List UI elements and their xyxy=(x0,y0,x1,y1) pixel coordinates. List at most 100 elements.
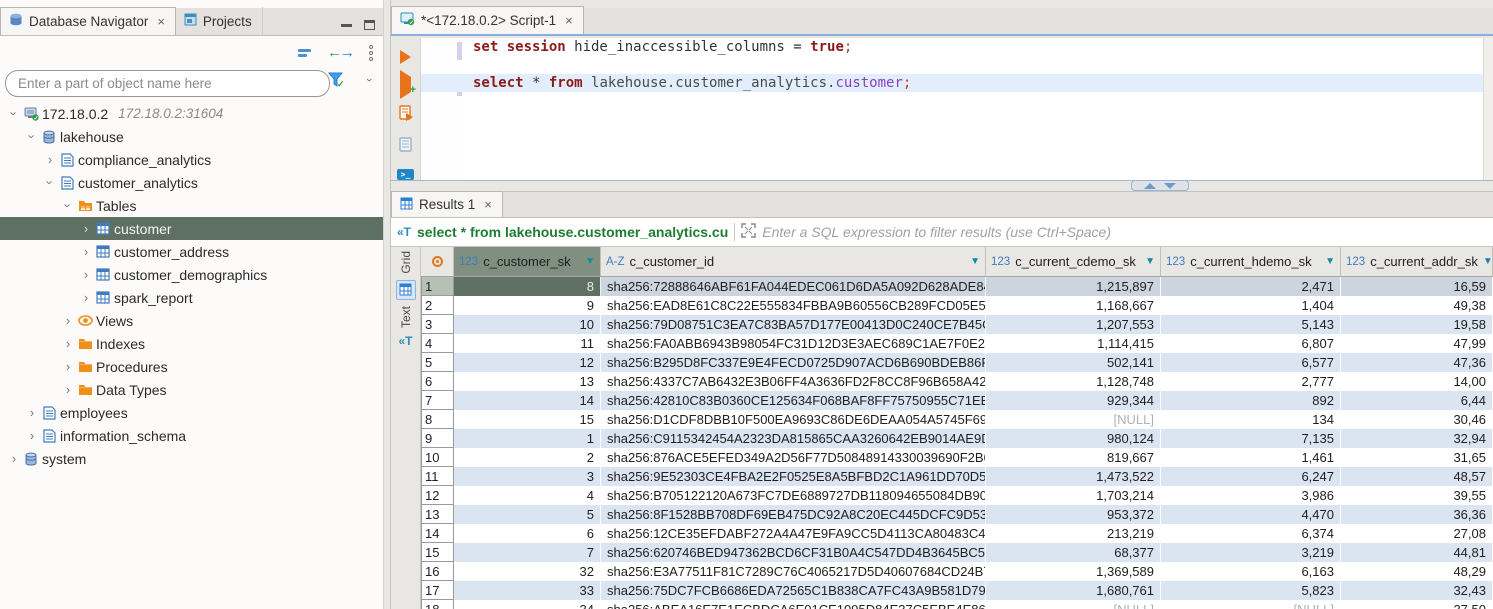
tree-item-indexes[interactable]: ›Indexes xyxy=(0,332,383,355)
horizontal-sash[interactable] xyxy=(391,180,1493,192)
table-row-8[interactable]: 815sha256:D1CDF8DBB10F500EA9693C86DE6DEA… xyxy=(421,410,1493,429)
link-with-editor-icon[interactable]: ←→ xyxy=(327,44,353,61)
chevron-right-icon[interactable]: › xyxy=(24,405,40,420)
close-icon[interactable]: × xyxy=(157,14,165,29)
cell[interactable]: sha256:8F1528BB708DF69EB475DC92A8C20EC44… xyxy=(601,505,986,524)
chevron-right-icon[interactable]: › xyxy=(60,359,76,374)
cell[interactable]: 6,374 xyxy=(1161,524,1341,543)
table-row-6[interactable]: 613sha256:4337C7AB6432E3B06FF4A3636FD2F8… xyxy=(421,372,1493,391)
grid-view-label[interactable]: Grid xyxy=(399,251,413,274)
code-line-3[interactable]: select * from lakehouse.customer_analyti… xyxy=(421,74,1493,92)
cell[interactable]: 48,57 xyxy=(1341,467,1493,486)
cell[interactable]: 1,473,522 xyxy=(986,467,1161,486)
table-row-13[interactable]: 135sha256:8F1528BB708DF69EB475DC92A8C20E… xyxy=(421,505,1493,524)
text-view-icon[interactable]: «T xyxy=(398,334,412,348)
collapse-up-icon[interactable] xyxy=(1144,183,1156,189)
cell[interactable]: sha256:E3A77511F81C7289C76C4065217D5D406… xyxy=(601,562,986,581)
cell[interactable]: sha256:9E52303CE4FBA2E2F0525E8A5BFBD2C1A… xyxy=(601,467,986,486)
chevron-right-icon[interactable]: › xyxy=(78,290,94,305)
cell[interactable]: 48,29 xyxy=(1341,562,1493,581)
cell[interactable]: sha256:79D08751C3EA7C83BA57D177E00413D0C… xyxy=(601,315,986,334)
cell[interactable]: sha256:42810C83B0360CE125634F068BAF8FF75… xyxy=(601,391,986,410)
chevron-right-icon[interactable]: › xyxy=(78,267,94,282)
cell[interactable]: 32 xyxy=(454,562,601,581)
table-row-4[interactable]: 411sha256:FA0ABB6943B98054FC31D12D3E3AEC… xyxy=(421,334,1493,353)
expand-filter-icon[interactable] xyxy=(741,223,756,241)
cell[interactable]: 10 xyxy=(454,315,601,334)
cell[interactable]: 134 xyxy=(1161,410,1341,429)
close-icon[interactable]: × xyxy=(565,13,573,28)
tab-database-navigator[interactable]: Database Navigator × xyxy=(0,7,176,35)
cell[interactable]: 7 xyxy=(454,543,601,562)
cell[interactable]: 1,369,589 xyxy=(986,562,1161,581)
cell[interactable]: 819,667 xyxy=(986,448,1161,467)
cell[interactable]: 36,36 xyxy=(1341,505,1493,524)
cell[interactable]: 1,404 xyxy=(1161,296,1341,315)
chevron-right-icon[interactable]: › xyxy=(60,313,76,328)
tab-projects[interactable]: Projects xyxy=(176,7,263,35)
cell[interactable]: sha256:B705122120A673FC7DE6889727DB11809… xyxy=(601,486,986,505)
table-row-14[interactable]: 146sha256:12CE35EFDABF272A4A47E9FA9CC5D4… xyxy=(421,524,1493,543)
chevron-down-icon[interactable]: › xyxy=(363,78,375,82)
sash-collapse-handle[interactable] xyxy=(1131,180,1189,191)
table-row-2[interactable]: 29sha256:EAD8E61C8C22E555834FBBA9B60556C… xyxy=(421,296,1493,315)
maximize-icon[interactable] xyxy=(364,20,375,30)
cell[interactable]: 68,377 xyxy=(986,543,1161,562)
tree-item-information-schema[interactable]: ›information_schema xyxy=(0,424,383,447)
grid-corner-cell[interactable] xyxy=(421,247,454,276)
chevron-down-icon[interactable]: › xyxy=(7,106,22,122)
cell[interactable]: 1,680,761 xyxy=(986,581,1161,600)
row-number[interactable]: 3 xyxy=(421,315,454,334)
cell[interactable]: 44,81 xyxy=(1341,543,1493,562)
code-line-2[interactable] xyxy=(465,56,1493,74)
cell[interactable]: 37,50 xyxy=(1341,600,1493,609)
cell[interactable]: sha256:12CE35EFDABF272A4A47E9FA9CC5D4113… xyxy=(601,524,986,543)
tree-item-employees[interactable]: ›employees xyxy=(0,401,383,424)
sql-console-icon[interactable]: >_ xyxy=(397,169,414,180)
tree-item-172-18-0-2[interactable]: ›✓172.18.0.2172.18.0.2:31604 xyxy=(0,102,383,125)
cell[interactable]: 9 xyxy=(454,296,601,315)
cell[interactable]: 16,59 xyxy=(1341,277,1493,296)
cell[interactable]: 31,65 xyxy=(1341,448,1493,467)
table-row-3[interactable]: 310sha256:79D08751C3EA7C83BA57D177E00413… xyxy=(421,315,1493,334)
row-number[interactable]: 4 xyxy=(421,334,454,353)
tab-sql-script[interactable]: ✓ *<172.18.0.2> Script-1 × xyxy=(391,6,584,34)
row-number[interactable]: 14 xyxy=(421,524,454,543)
row-number[interactable]: 15 xyxy=(421,543,454,562)
cell[interactable]: 7,135 xyxy=(1161,429,1341,448)
cell[interactable]: 2,471 xyxy=(1161,277,1341,296)
cell[interactable]: 8 xyxy=(454,277,601,296)
cell[interactable]: sha256:620746BED947362BCD6CF31B0A4C547DD… xyxy=(601,543,986,562)
table-row-11[interactable]: 113sha256:9E52303CE4FBA2E2F0525E8A5BFBD2… xyxy=(421,467,1493,486)
cell[interactable]: 213,219 xyxy=(986,524,1161,543)
code-line-1[interactable]: set session hide_inaccessible_columns = … xyxy=(465,38,1493,56)
cell[interactable]: 6,577 xyxy=(1161,353,1341,372)
chevron-right-icon[interactable]: › xyxy=(78,221,94,236)
chevron-right-icon[interactable]: › xyxy=(6,451,22,466)
cell[interactable]: 14 xyxy=(454,391,601,410)
cell[interactable]: [NULL] xyxy=(986,600,1161,609)
cell[interactable]: 12 xyxy=(454,353,601,372)
cell[interactable]: 32,94 xyxy=(1341,429,1493,448)
cell[interactable]: 5,823 xyxy=(1161,581,1341,600)
row-number[interactable]: 10 xyxy=(421,448,454,467)
row-number[interactable]: 5 xyxy=(421,353,454,372)
tree-item-customer[interactable]: ›customer xyxy=(0,217,383,240)
table-row-1[interactable]: 18sha256:72888646ABF61FA044EDEC061D6DA5A… xyxy=(421,277,1493,296)
column-menu-arrow-icon[interactable]: ▼ xyxy=(1145,256,1155,267)
tree-item-lakehouse[interactable]: ›lakehouse xyxy=(0,125,383,148)
cell[interactable]: sha256:ABEA16E7E1ECBDCA6E01CE1095D84E37C… xyxy=(601,600,986,609)
cell[interactable]: 2,777 xyxy=(1161,372,1341,391)
cell[interactable]: 47,36 xyxy=(1341,353,1493,372)
cell[interactable]: sha256:B295D8FC337E9E4FECD0725D907ACD6B6… xyxy=(601,353,986,372)
cell[interactable]: 1,207,553 xyxy=(986,315,1161,334)
chevron-down-icon[interactable]: › xyxy=(25,129,40,145)
chevron-right-icon[interactable]: › xyxy=(60,336,76,351)
row-number[interactable]: 12 xyxy=(421,486,454,505)
cell[interactable]: 15 xyxy=(454,410,601,429)
tree-item-customer-address[interactable]: ›customer_address xyxy=(0,240,383,263)
tree-item-compliance-analytics[interactable]: ›compliance_analytics xyxy=(0,148,383,171)
cell[interactable]: 1,168,667 xyxy=(986,296,1161,315)
row-number[interactable]: 18 xyxy=(421,600,454,609)
cell[interactable]: 892 xyxy=(1161,391,1341,410)
